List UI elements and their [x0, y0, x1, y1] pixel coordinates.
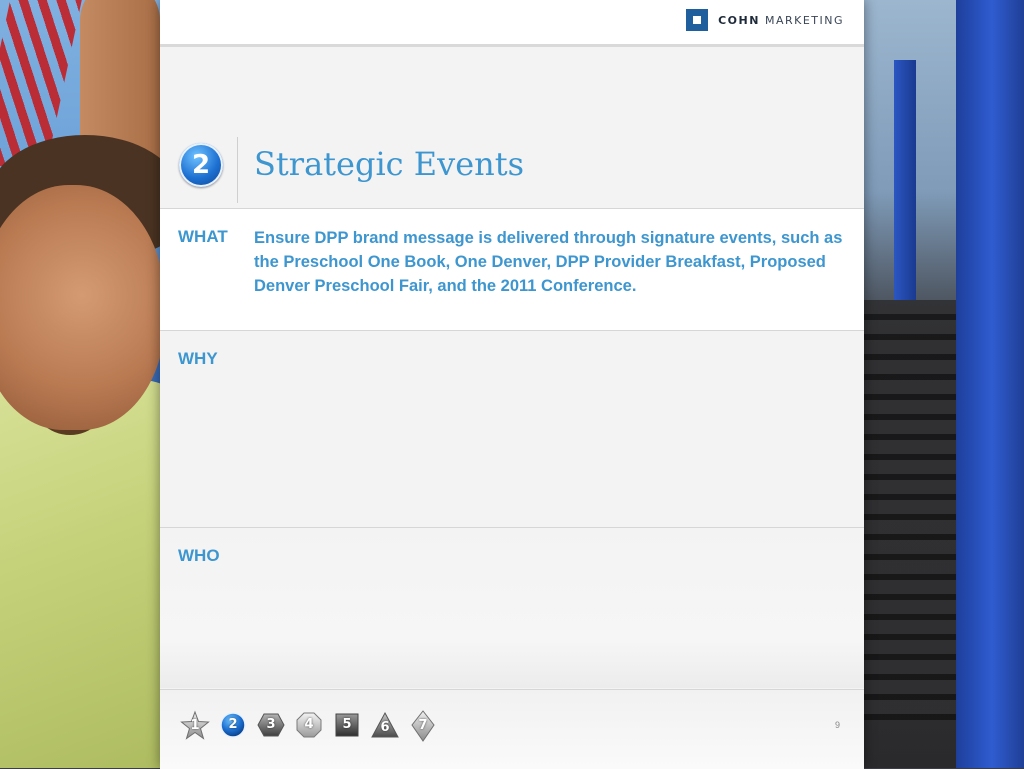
slide-navigation: 1 2 3 4 5 6 7 — [180, 710, 438, 742]
slide-panel: COHN MARKETING 2 Strategic Events WHAT E… — [160, 0, 864, 769]
playground-rail — [894, 60, 916, 300]
nav-item-label: 1 — [190, 718, 200, 733]
section-what: WHAT Ensure DPP brand message is deliver… — [160, 208, 864, 330]
nav-item-7[interactable]: 7 — [408, 710, 438, 742]
child-face — [0, 185, 160, 430]
section-who: WHO — [160, 527, 864, 688]
footer-bar: 1 2 3 4 5 6 7 9 — [160, 689, 864, 769]
logo-square-icon — [686, 9, 709, 31]
title-area: 2 Strategic Events — [160, 47, 864, 208]
nav-item-5[interactable]: 5 — [332, 710, 362, 742]
header-bar: COHN MARKETING — [160, 0, 864, 47]
playground-steps — [864, 300, 959, 720]
nav-item-label: 4 — [304, 717, 314, 732]
nav-item-label: 3 — [266, 717, 276, 732]
background-photo-right — [864, 0, 1024, 768]
nav-item-1[interactable]: 1 — [180, 710, 210, 742]
nav-item-label: 7 — [418, 718, 428, 733]
child-shirt — [0, 380, 160, 768]
section-label-why: WHY — [178, 349, 218, 368]
section-label-what: WHAT — [178, 227, 228, 246]
nav-item-6[interactable]: 6 — [370, 710, 400, 742]
page-number: 9 — [834, 720, 840, 730]
page-title: Strategic Events — [254, 145, 525, 183]
background-photo-left — [0, 0, 160, 768]
section-text-what: Ensure DPP brand message is delivered th… — [254, 229, 843, 295]
nav-item-3[interactable]: 3 — [256, 710, 286, 742]
nav-item-label: 6 — [380, 720, 390, 735]
brand-logo: COHN MARKETING — [686, 9, 844, 31]
nav-item-label: 2 — [228, 717, 238, 732]
slide-number-badge: 2 — [179, 143, 223, 187]
playground-post — [956, 0, 1024, 768]
section-why: WHY — [160, 330, 864, 527]
section-label-who: WHO — [178, 546, 220, 565]
nav-item-2[interactable]: 2 — [218, 710, 248, 742]
nav-item-label: 5 — [342, 717, 352, 732]
logo-brand-name: COHN — [718, 13, 760, 27]
title-divider — [237, 137, 238, 203]
logo-brand-suffix: MARKETING — [764, 13, 844, 27]
nav-item-4[interactable]: 4 — [294, 710, 324, 742]
